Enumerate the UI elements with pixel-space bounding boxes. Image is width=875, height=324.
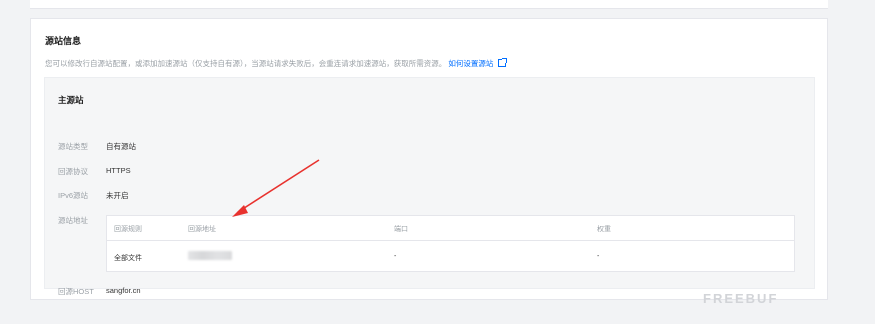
- watermark-logo: FREEBUF: [703, 291, 779, 306]
- red-annotation-arrow: [232, 159, 320, 217]
- arrow-shaft: [237, 159, 320, 213]
